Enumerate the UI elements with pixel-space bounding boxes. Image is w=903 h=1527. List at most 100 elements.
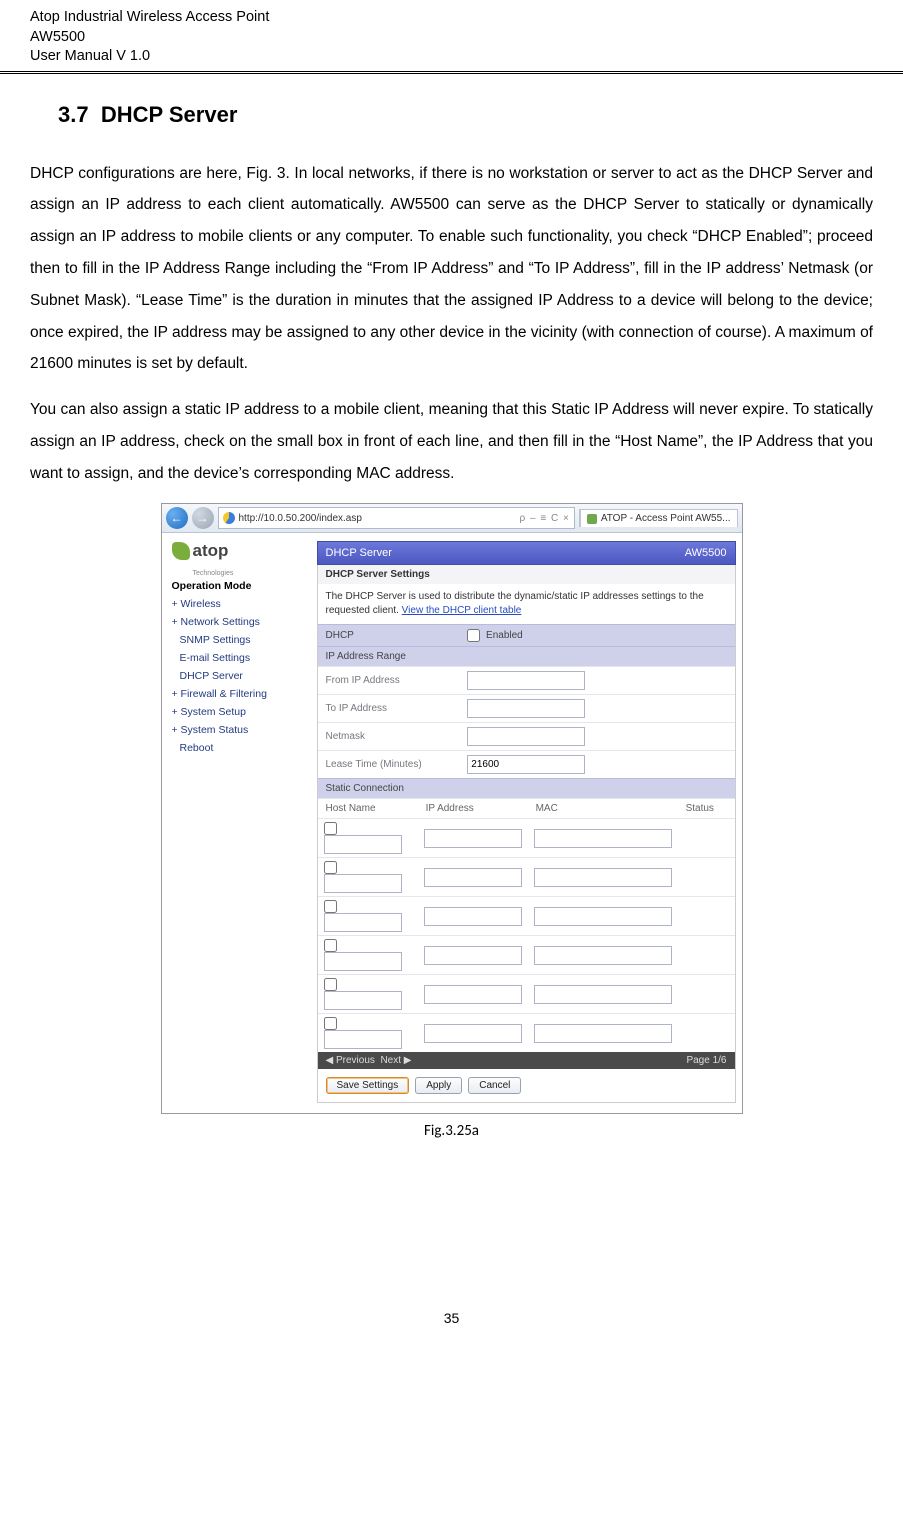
sidebar-item-network-settings[interactable]: + Network Settings — [172, 613, 307, 631]
screenshot-figure: ← → http://10.0.50.200/index.asp ρ – ≡ C… — [161, 503, 743, 1114]
sidebar-item-operation-mode[interactable]: Operation Mode — [172, 577, 307, 595]
to-ip-label: To IP Address — [318, 695, 460, 723]
header-rule — [0, 71, 903, 74]
static-row — [318, 975, 735, 1014]
form-description: The DHCP Server is used to distribute th… — [318, 584, 735, 624]
header-line1: Atop Industrial Wireless Access Point — [30, 8, 873, 28]
paragraph-1: DHCP configurations are here, Fig. 3. In… — [30, 158, 873, 380]
static-row — [318, 819, 735, 858]
view-client-table-link[interactable]: View the DHCP client table — [402, 605, 522, 616]
panel-header: DHCP Server AW5500 — [317, 541, 736, 565]
logo-subtext: Technologies — [193, 570, 307, 577]
netmask-label: Netmask — [318, 723, 460, 751]
logo: atop Technologies — [172, 541, 307, 577]
sidebar-item-system-status[interactable]: + System Status — [172, 721, 307, 739]
lease-input[interactable] — [467, 755, 585, 774]
logo-brand: atop — [193, 541, 229, 561]
col-status: Status — [686, 803, 714, 814]
row-check[interactable] — [324, 939, 337, 952]
pager-page: Page 1/6 — [686, 1055, 726, 1066]
col-ip: IP Address — [426, 803, 474, 814]
favicon — [587, 514, 597, 524]
section-name: DHCP Server — [101, 102, 238, 127]
dhcp-enabled-checkbox[interactable] — [467, 629, 480, 642]
row-check[interactable] — [324, 1017, 337, 1030]
dhcp-enabled-cell: Enabled — [459, 625, 734, 647]
mac-input[interactable] — [534, 868, 672, 887]
static-row — [318, 858, 735, 897]
browser-toolbar: ← → http://10.0.50.200/index.asp ρ – ≡ C… — [162, 504, 742, 533]
main-panel: DHCP Server AW5500 DHCP Server Settings … — [313, 533, 742, 1113]
col-mac: MAC — [536, 803, 558, 814]
dhcp-label: DHCP — [318, 625, 460, 647]
row-check[interactable] — [324, 822, 337, 835]
browser-tab[interactable]: ATOP - Access Point AW55... — [580, 509, 738, 527]
dhcp-enabled-text: Enabled — [486, 630, 523, 641]
mac-input[interactable] — [534, 946, 672, 965]
page-number: 35 — [30, 1310, 873, 1326]
host-input[interactable] — [324, 1030, 402, 1049]
static-row — [318, 936, 735, 975]
cancel-button[interactable]: Cancel — [468, 1077, 521, 1094]
section-title: 3.7 DHCP Server — [58, 102, 873, 128]
host-input[interactable] — [324, 991, 402, 1010]
form-section-title: DHCP Server Settings — [318, 565, 735, 584]
sidebar-item-reboot[interactable]: Reboot — [172, 739, 307, 757]
url-text: http://10.0.50.200/index.asp — [239, 513, 362, 524]
header-line2: AW5500 — [30, 28, 873, 48]
apply-button[interactable]: Apply — [415, 1077, 462, 1094]
host-input[interactable] — [324, 835, 402, 854]
mac-input[interactable] — [534, 1024, 672, 1043]
host-input[interactable] — [324, 874, 402, 893]
button-row: Save Settings Apply Cancel — [318, 1069, 735, 1102]
paragraph-2: You can also assign a static IP address … — [30, 394, 873, 489]
host-input[interactable] — [324, 952, 402, 971]
to-ip-input[interactable] — [467, 699, 585, 718]
mac-input[interactable] — [534, 907, 672, 926]
tab-label: ATOP - Access Point AW55... — [601, 513, 731, 524]
lease-label: Lease Time (Minutes) — [318, 751, 460, 779]
row-check[interactable] — [324, 861, 337, 874]
addr-controls[interactable]: ρ – ≡ C × — [520, 513, 570, 524]
static-row — [318, 897, 735, 936]
ip-input[interactable] — [424, 907, 522, 926]
ip-input[interactable] — [424, 1024, 522, 1043]
pager-prev[interactable]: ◀ Previous — [326, 1055, 375, 1066]
host-input[interactable] — [324, 913, 402, 932]
ie-icon — [223, 512, 235, 524]
back-button[interactable]: ← — [166, 507, 188, 529]
mac-input[interactable] — [534, 829, 672, 848]
netmask-input[interactable] — [467, 727, 585, 746]
sidebar: atop Technologies Operation Mode + Wirel… — [162, 533, 313, 1113]
from-ip-input[interactable] — [467, 671, 585, 690]
save-button[interactable]: Save Settings — [326, 1077, 410, 1094]
ip-input[interactable] — [424, 829, 522, 848]
figure-caption: Fig.3.25a — [30, 1122, 873, 1140]
header-line3: User Manual V 1.0 — [30, 47, 873, 67]
panel-header-left: DHCP Server — [326, 547, 392, 559]
sidebar-item-firewall[interactable]: + Firewall & Filtering — [172, 685, 307, 703]
sidebar-item-dhcp-server[interactable]: DHCP Server — [172, 667, 307, 685]
panel-header-right: AW5500 — [685, 547, 727, 559]
section-number: 3.7 — [58, 102, 89, 127]
sidebar-item-wireless[interactable]: + Wireless — [172, 595, 307, 613]
mac-input[interactable] — [534, 985, 672, 1004]
sidebar-item-snmp[interactable]: SNMP Settings — [172, 631, 307, 649]
row-check[interactable] — [324, 978, 337, 991]
ip-input[interactable] — [424, 868, 522, 887]
ip-input[interactable] — [424, 985, 522, 1004]
from-ip-label: From IP Address — [318, 667, 460, 695]
static-row — [318, 1014, 735, 1053]
col-host: Host Name — [326, 803, 376, 814]
logo-icon — [172, 542, 190, 560]
pager: ◀ Previous Next ▶ Page 1/6 — [318, 1052, 735, 1069]
sidebar-item-system-setup[interactable]: + System Setup — [172, 703, 307, 721]
address-bar[interactable]: http://10.0.50.200/index.asp ρ – ≡ C × — [218, 507, 575, 529]
forward-button[interactable]: → — [192, 507, 214, 529]
tab-strip: ATOP - Access Point AW55... — [579, 509, 738, 527]
ip-input[interactable] — [424, 946, 522, 965]
static-header: Static Connection — [318, 779, 735, 799]
row-check[interactable] — [324, 900, 337, 913]
sidebar-item-email[interactable]: E-mail Settings — [172, 649, 307, 667]
pager-next[interactable]: Next ▶ — [380, 1055, 411, 1066]
